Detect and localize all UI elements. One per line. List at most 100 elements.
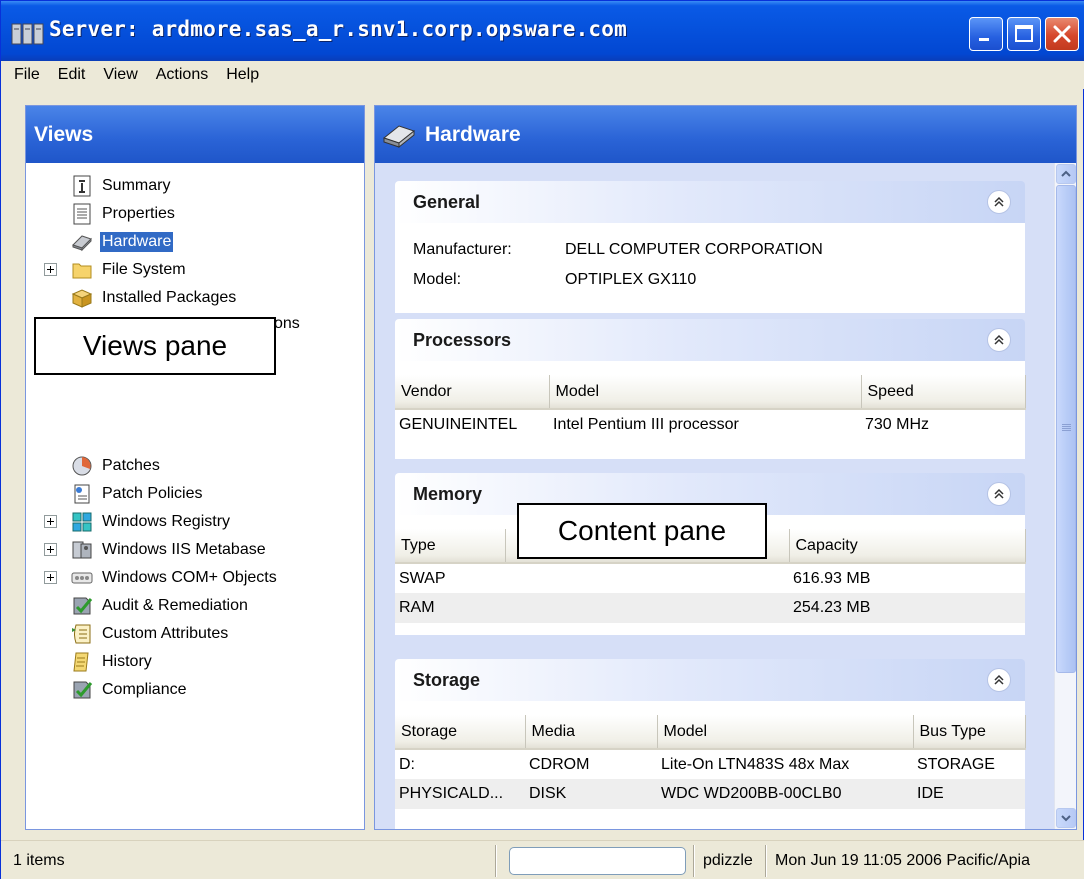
close-icon (1053, 25, 1071, 43)
tree-item-file-system[interactable]: File System (70, 257, 188, 283)
expand-windows-iis-metabase[interactable] (44, 543, 57, 556)
tree-item-hardware[interactable]: Hardware (70, 229, 174, 255)
close-button[interactable] (1045, 17, 1079, 51)
storage-section-body: Storage Media Model Bus Type D: CDROM Li… (395, 701, 1026, 829)
tree-item-patches[interactable]: Patches (70, 453, 162, 479)
menu-help[interactable]: Help (217, 66, 268, 84)
table-row[interactable]: SWAP 616.93 MB (395, 563, 1025, 593)
column-header[interactable]: Bus Type (913, 715, 1026, 750)
iis-icon (72, 541, 92, 559)
tree-item-label: Patches (102, 457, 160, 474)
tree-item-summary[interactable]: Summary (70, 173, 172, 199)
column-header[interactable]: Type (395, 529, 506, 564)
table-row[interactable]: GENUINEINTEL Intel Pentium III processor… (395, 409, 1025, 439)
status-datetime: Mon Jun 19 11:05 2006 Pacific/Apia (775, 852, 1030, 869)
storage-table: Storage Media Model Bus Type D: CDROM Li… (395, 715, 1026, 809)
tree-item-windows-iis-metabase[interactable]: Windows IIS Metabase (70, 537, 268, 563)
content-title: Hardware (425, 122, 521, 146)
menu-view[interactable]: View (94, 66, 146, 84)
collapse-memory-button[interactable] (987, 482, 1011, 506)
column-header[interactable]: Speed (861, 375, 1026, 410)
status-progress-field (509, 847, 686, 875)
tree-item-windows-registry[interactable]: Windows Registry (70, 509, 232, 535)
patch-policy-icon (74, 484, 90, 504)
tree-item-history[interactable]: History (70, 649, 154, 675)
collapse-general-button[interactable] (987, 190, 1011, 214)
collapse-storage-button[interactable] (987, 668, 1011, 692)
table-header-row: Vendor Model Speed (395, 375, 1026, 410)
processors-section-header[interactable]: Processors (395, 319, 1025, 361)
tree-item-label: Hardware (100, 232, 174, 252)
model-value: OPTIPLEX GX110 (565, 271, 697, 288)
table-cell (505, 563, 789, 593)
processors-section-body: Vendor Model Speed GENUINEINTEL Intel Pe… (395, 361, 1026, 459)
tree-item-audit-remediation[interactable]: Audit & Remediation (70, 593, 250, 619)
scroll-up-button[interactable] (1056, 164, 1076, 184)
status-user: pdizzle (703, 852, 753, 869)
column-header[interactable]: Model (657, 715, 914, 750)
table-cell: GENUINEINTEL (399, 415, 518, 433)
audit-icon (73, 597, 93, 615)
tree-item-custom-attributes[interactable]: Custom Attributes (70, 621, 230, 647)
views-pane-callout: Views pane (34, 317, 276, 375)
summary-icon (73, 175, 91, 197)
tree-item-label: Summary (102, 177, 171, 194)
status-divider (765, 845, 767, 877)
column-header[interactable]: Media (525, 715, 658, 750)
application-window: Server: ardmore.sas_a_r.snv1.corp.opswar… (0, 0, 1084, 879)
tree-item-properties[interactable]: Properties (70, 201, 177, 227)
scroll-thumb[interactable] (1056, 185, 1076, 673)
table-cell: PHYSICALD... (395, 779, 525, 809)
status-item-count: 1 items (13, 852, 65, 869)
general-section: General Manufacturer: DELL COMPUTER CORP… (395, 181, 1025, 313)
minimize-button[interactable] (969, 17, 1003, 51)
tree-item-compliance[interactable]: Compliance (70, 677, 188, 703)
maximize-icon (1015, 25, 1033, 42)
table-cell: Lite-On LTN483S 48x Max (661, 755, 850, 773)
table-cell: 254.23 MB (789, 593, 1025, 623)
menu-file[interactable]: File (5, 66, 49, 84)
tree-item-label: Installed Packages (102, 289, 237, 306)
storage-section-title: Storage (413, 669, 481, 690)
column-header[interactable]: Model (549, 375, 862, 410)
tree-item-label: History (102, 653, 152, 670)
column-header[interactable]: Storage (395, 715, 526, 750)
scroll-down-button[interactable] (1056, 808, 1076, 828)
history-icon (73, 652, 89, 672)
menu-actions[interactable]: Actions (147, 66, 217, 84)
hardware-icon (382, 124, 416, 148)
tree-item-windows-com-objects[interactable]: Windows COM+ Objects (70, 565, 279, 591)
maximize-button[interactable] (1007, 17, 1041, 51)
column-header[interactable]: Capacity (789, 529, 1026, 564)
content-pane: Hardware General Manufacturer: DELL COMP… (374, 105, 1077, 830)
collapse-processors-button[interactable] (987, 328, 1011, 352)
content-header: Hardware (375, 106, 1076, 163)
general-section-header[interactable]: General (395, 181, 1025, 223)
storage-section-header[interactable]: Storage (395, 659, 1025, 701)
storage-section: Storage Storage Media Model Bus Type D: … (395, 659, 1026, 829)
expand-windows-registry[interactable] (44, 515, 57, 528)
views-tree: Summary Properties Hardware File System … (26, 163, 364, 829)
tree-item-label: Properties (102, 205, 175, 222)
title-bar[interactable]: Server: ardmore.sas_a_r.snv1.corp.opswar… (1, 1, 1084, 61)
content-scrollbar[interactable] (1054, 163, 1076, 829)
column-header[interactable]: Vendor (395, 375, 550, 410)
expand-file-system[interactable] (44, 263, 57, 276)
table-cell: Intel Pentium III processor (553, 415, 739, 433)
patch-icon (72, 456, 92, 476)
window-title: Server: ardmore.sas_a_r.snv1.corp.opswar… (49, 17, 627, 41)
table-row[interactable]: PHYSICALD... DISK WDC WD200BB-00CLB0 IDE (395, 779, 1025, 809)
tree-item-patch-policies[interactable]: Patch Policies (70, 481, 205, 507)
table-cell: STORAGE (917, 755, 995, 773)
tree-item-installed-packages[interactable]: Installed Packages (70, 285, 238, 311)
table-cell: SWAP (399, 569, 446, 587)
tree-item-label: Audit & Remediation (102, 597, 248, 614)
processors-table: Vendor Model Speed GENUINEINTEL Intel Pe… (395, 375, 1026, 439)
table-row[interactable]: D: CDROM Lite-On LTN483S 48x Max STORAGE (395, 749, 1025, 779)
table-cell: 730 MHz (865, 415, 930, 433)
expand-windows-com-objects[interactable] (44, 571, 57, 584)
attributes-icon (72, 624, 91, 644)
table-row[interactable]: RAM 254.23 MB (395, 593, 1025, 623)
menu-edit[interactable]: Edit (49, 66, 95, 84)
status-divider (495, 845, 497, 877)
